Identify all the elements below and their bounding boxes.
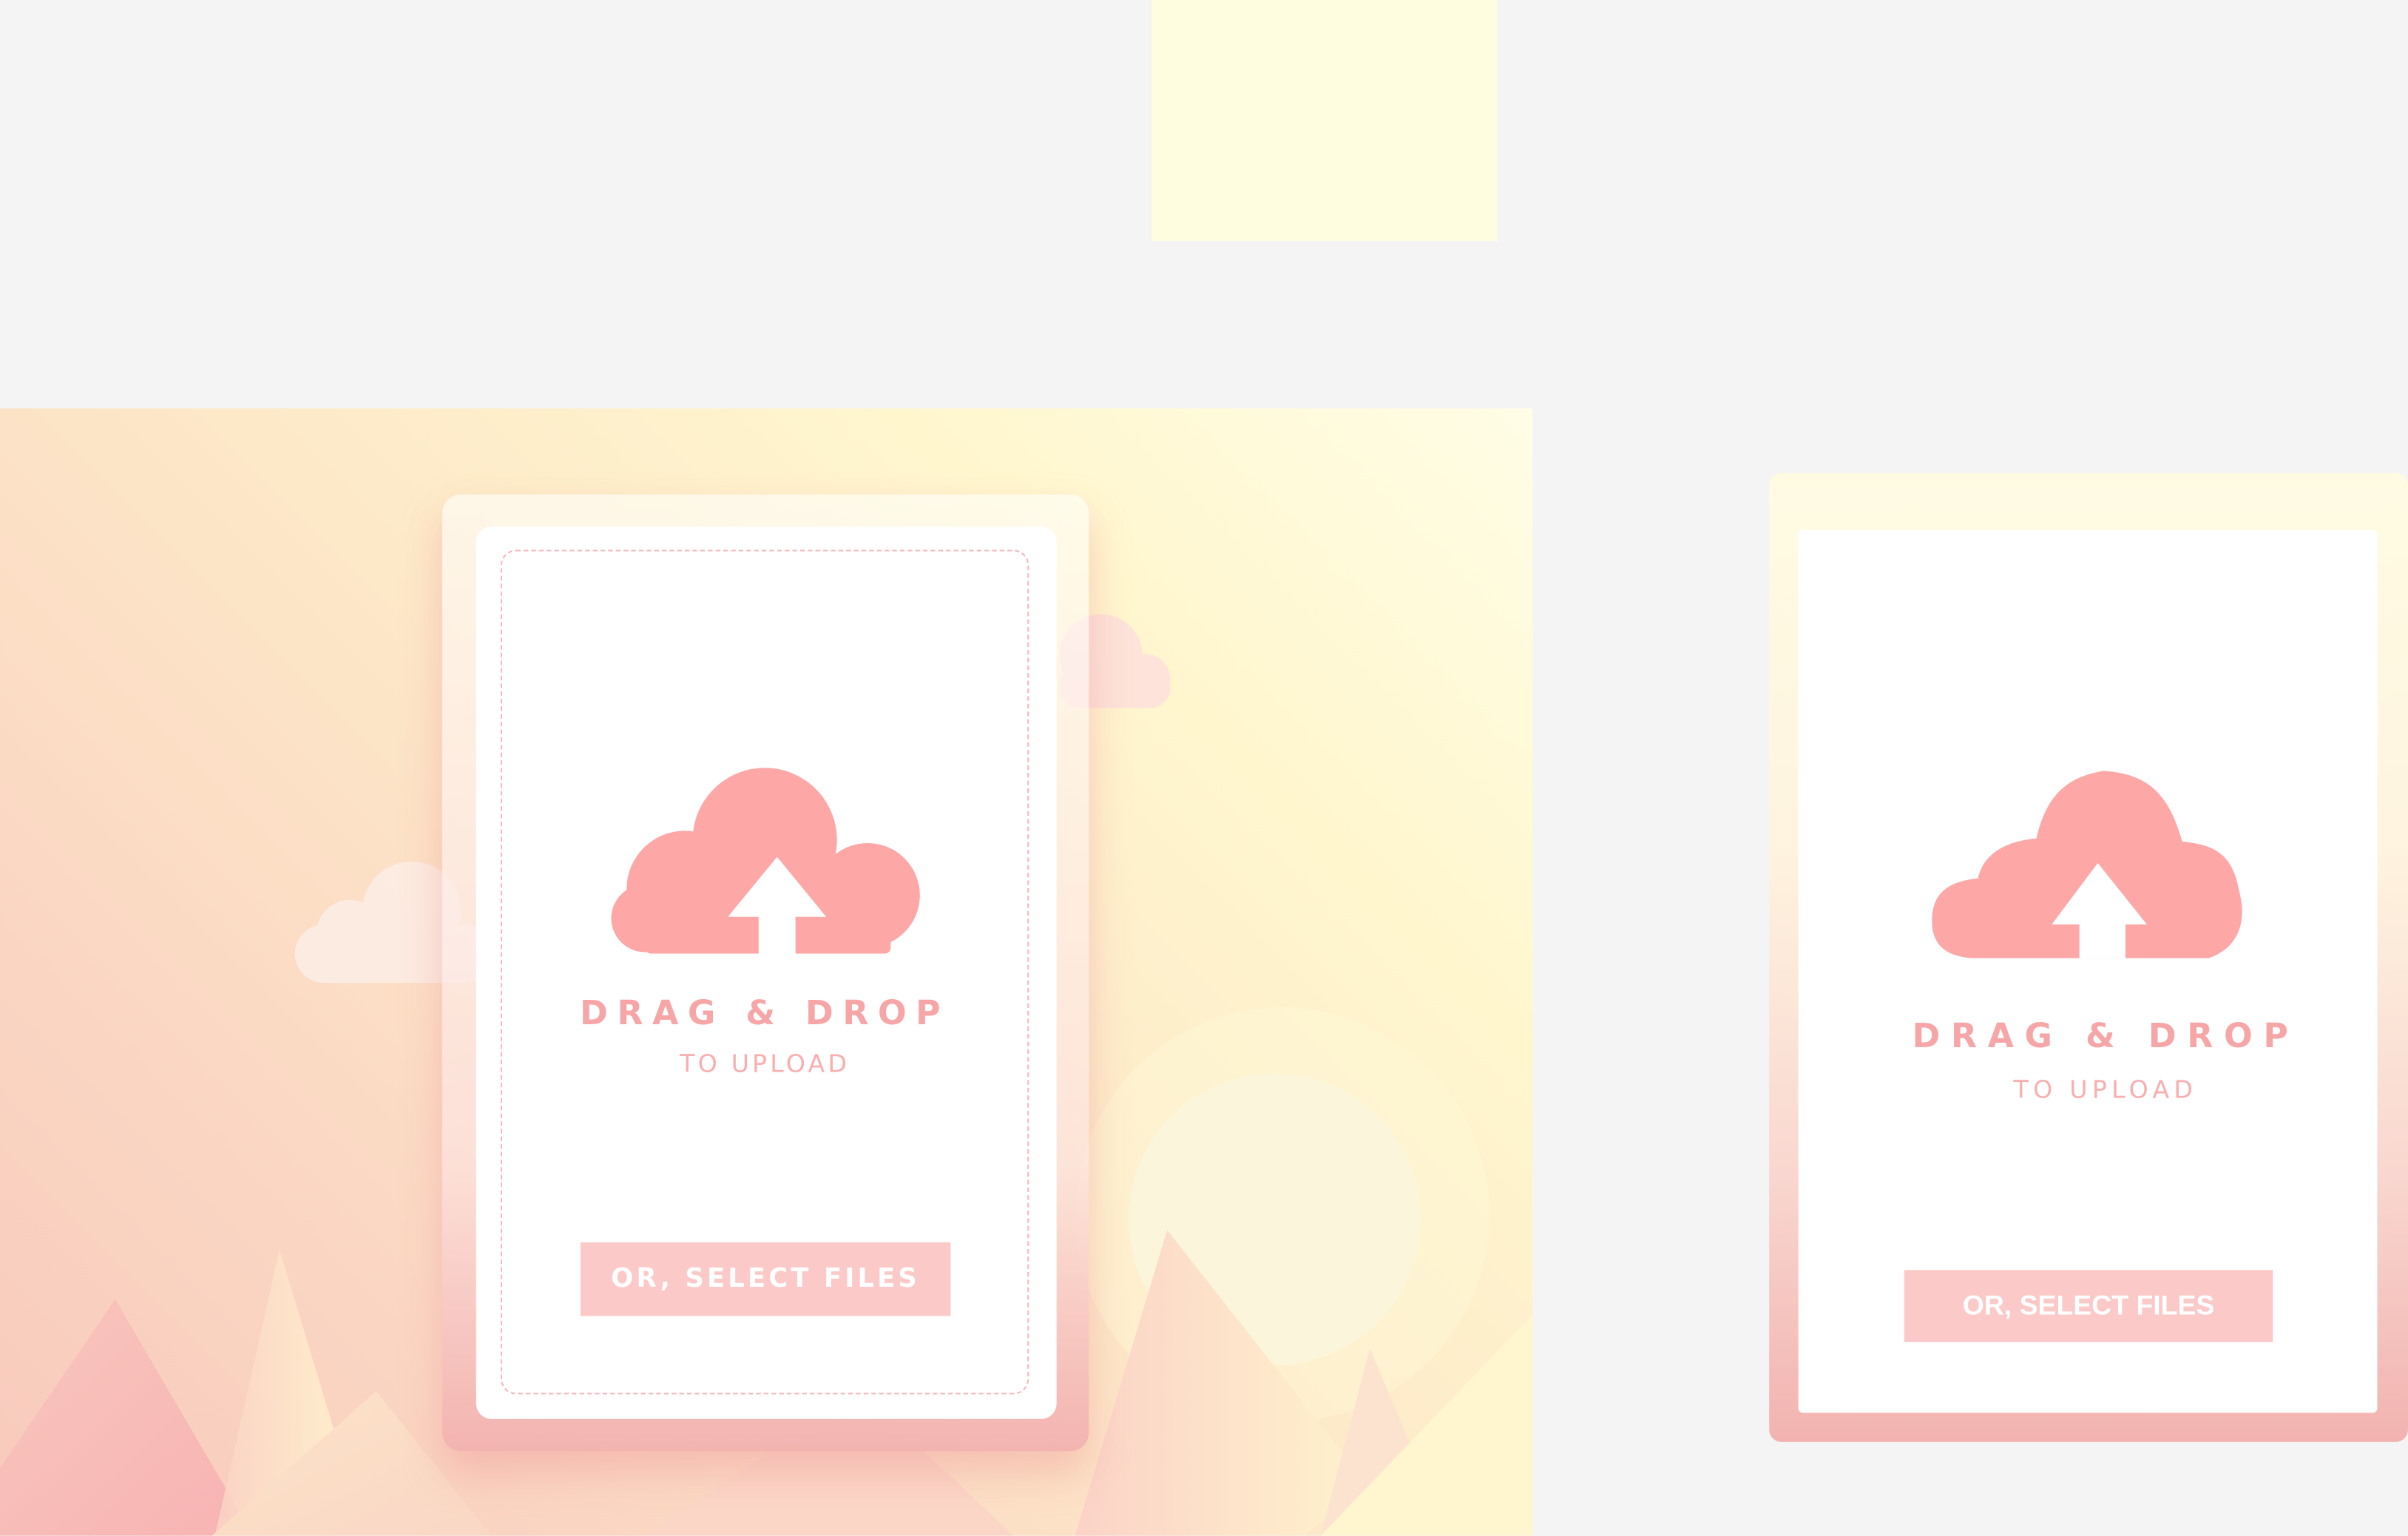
select-files-button[interactable]: OR, SELECT FILES	[1904, 1270, 2273, 1342]
upload-subtitle: TO UPLOAD	[680, 1049, 850, 1078]
drag-drop-title: DRAG & DROP	[1912, 1018, 2299, 1057]
mountain	[0, 1299, 254, 1536]
select-files-button[interactable]: OR, SELECT FILES	[580, 1242, 951, 1316]
color-swatch	[1151, 0, 1498, 242]
upload-subtitle: TO UPLOAD	[2013, 1075, 2198, 1105]
cloud-upload-icon	[611, 768, 920, 954]
drag-drop-title: DRAG & DROP	[580, 995, 950, 1034]
cloud-upload-icon	[1932, 771, 2242, 958]
